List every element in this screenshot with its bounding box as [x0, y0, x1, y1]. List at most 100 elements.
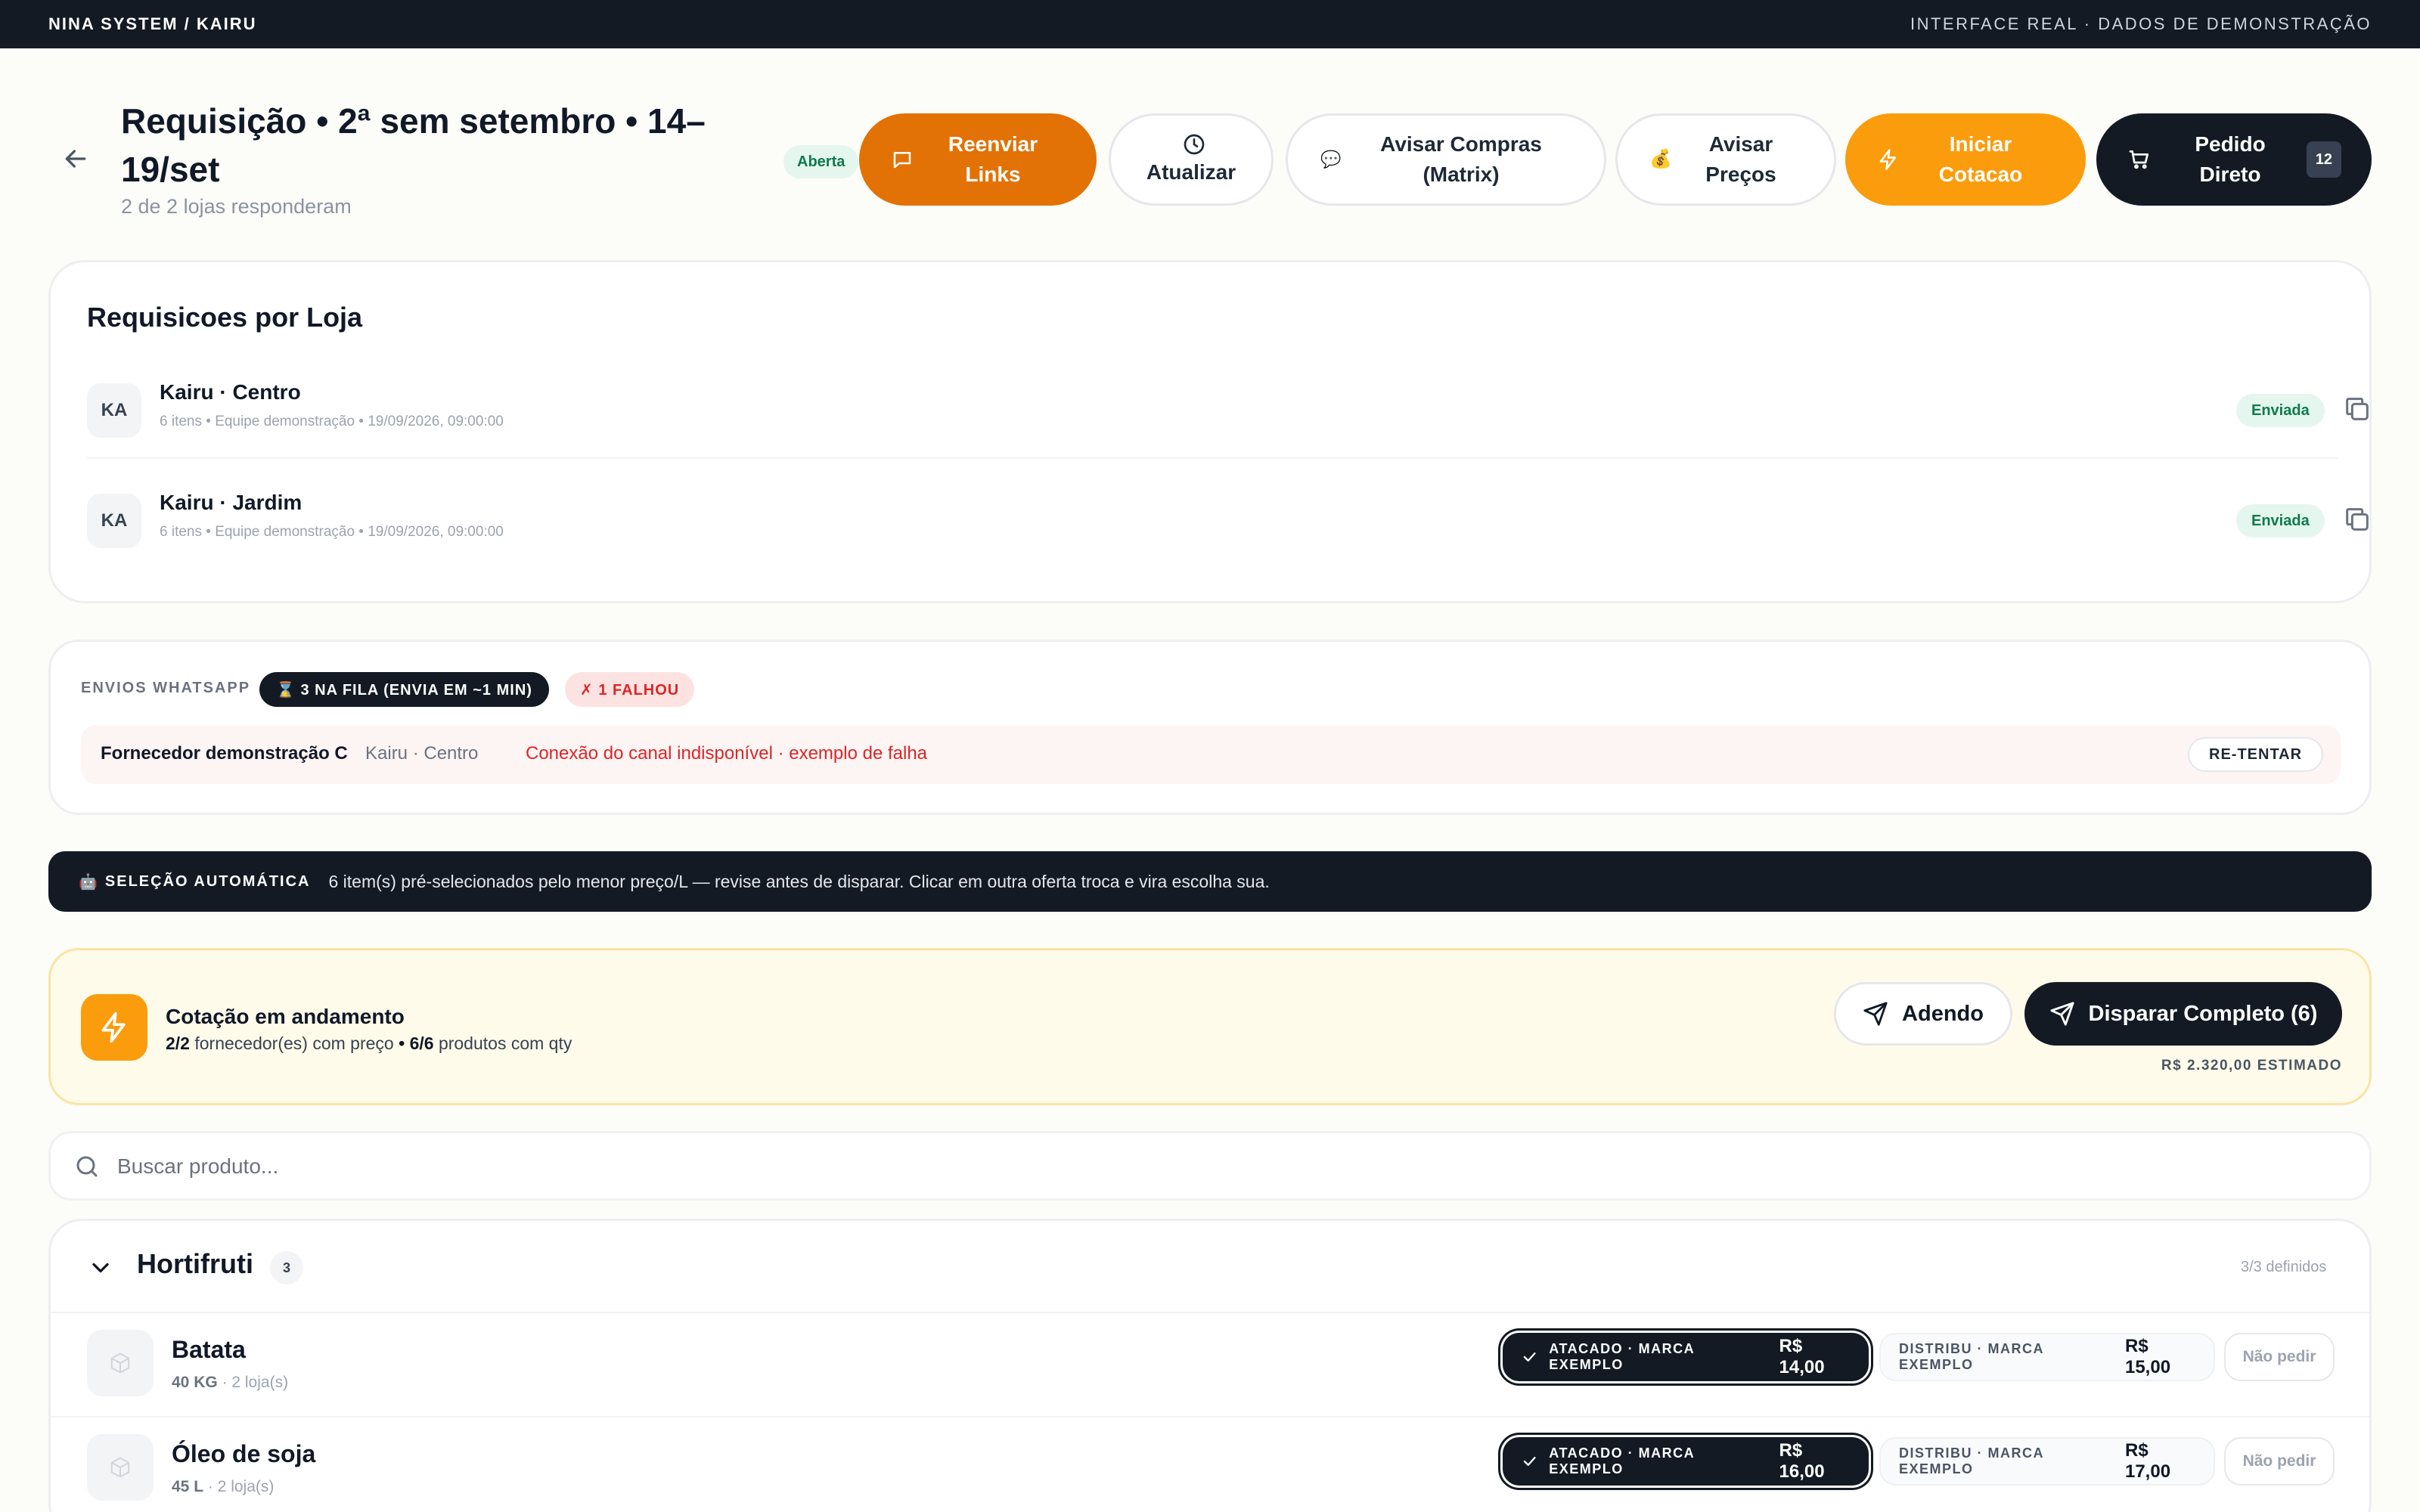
estimated-total: R$ 2.320,00 ESTIMADO — [2161, 1058, 2342, 1074]
page-subtitle: 2 de 2 lojas responderam — [121, 195, 352, 218]
auto-selection-title: SELEÇÃO AUTOMÁTICA — [104, 872, 311, 890]
failure-reason: Conexão do canal indisponível · exemplo … — [526, 743, 928, 764]
skip-order-button[interactable]: Não pedir — [2224, 1437, 2335, 1486]
money-bag-icon: 💰 — [1649, 149, 1672, 169]
failed-supplier: Fornecedor demonstração C — [101, 743, 348, 764]
auto-selection-text: 6 item(s) pré-selecionados pelo menor pr… — [328, 871, 1270, 891]
retry-button[interactable]: RE-TENTAR — [2188, 737, 2324, 772]
system-breadcrumb: NINA SYSTEM / KAIRU — [48, 14, 257, 33]
status-badge: Aberta — [783, 145, 859, 178]
product-qty: 40 KG — [172, 1374, 218, 1391]
product-stores: 2 loja(s) — [217, 1478, 275, 1495]
back-arrow-icon[interactable] — [60, 144, 91, 174]
offer-source: DISTRIBU · MARCA EXEMPLO — [1899, 1445, 2044, 1476]
clock-icon — [1184, 134, 1205, 155]
store-requests-card: Requisicoes por Loja KA Kairu · Centro 6… — [48, 260, 2372, 603]
lightning-icon — [81, 994, 147, 1061]
suppliers-count: 2/2 — [166, 1033, 190, 1053]
product-meta: 40 KG · 2 loja(s) — [172, 1374, 289, 1391]
speech-bubble-icon: 💬 — [1320, 150, 1342, 169]
notify-prices-label: Avisar Preços — [1705, 132, 1776, 186]
notify-prices-button[interactable]: 💰 Avisar Preços — [1615, 113, 1836, 206]
check-icon — [1523, 1352, 1536, 1362]
status-badge: Enviada — [2236, 394, 2325, 427]
products-count: 6/6 — [409, 1033, 434, 1053]
store-name: Kairu · Jardim — [160, 491, 302, 514]
store-row: KA Kairu · Jardim 6 itens • Equipe demon… — [87, 480, 2369, 571]
product-row: Batata 40 KG · 2 loja(s) ATACADO · MARCA… — [51, 1313, 2369, 1416]
offer-price: R$ 17,00 — [2124, 1440, 2171, 1482]
offer-price: R$ 15,00 — [2124, 1336, 2171, 1377]
offer-price: R$ 16,00 — [1779, 1440, 1825, 1482]
send-icon — [1863, 1002, 1888, 1026]
send-icon — [2049, 1002, 2074, 1026]
category-card: Hortifruti 3 3/3 definidos Batata 40 KG … — [48, 1219, 2372, 1512]
addendum-label: Adendo — [1902, 1001, 1984, 1026]
offer-source: ATACADO · MARCA EXEMPLO — [1549, 1445, 1695, 1476]
product-name: Óleo de soja — [172, 1440, 316, 1467]
skip-order-button[interactable]: Não pedir — [2224, 1333, 2335, 1381]
product-meta: 45 L · 2 loja(s) — [172, 1478, 275, 1495]
quote-title: Cotação em andamento — [166, 1005, 405, 1028]
copy-icon[interactable] — [2342, 394, 2372, 424]
failed-badge: ✗ 1 FALHOU — [565, 672, 695, 707]
store-avatar: KA — [87, 494, 141, 548]
check-icon — [1523, 1456, 1536, 1467]
failed-store: Kairu · Centro — [365, 743, 479, 764]
category-count: 3 — [270, 1251, 303, 1284]
auto-selection-banner: 🤖 SELEÇÃO AUTOMÁTICA 6 item(s) pré-selec… — [48, 851, 2372, 912]
offer-source: DISTRIBU · MARCA EXEMPLO — [1899, 1341, 2044, 1372]
cart-icon — [2127, 147, 2152, 172]
status-badge: Enviada — [2236, 504, 2325, 538]
product-stores: 2 loja(s) — [231, 1374, 289, 1391]
category-defined: 3/3 definidos — [2241, 1259, 2327, 1275]
summary-separator: • — [399, 1033, 405, 1053]
direct-order-label: Pedido Direto — [2195, 132, 2266, 186]
refresh-button[interactable]: Atualizar — [1109, 113, 1274, 206]
resend-links-button[interactable]: Reenviar Links — [859, 113, 1097, 206]
store-row: KA Kairu · Centro 6 itens • Equipe demon… — [87, 370, 2369, 460]
queue-badge: ⌛ 3 NA FILA (ENVIA EM ~1 MIN) — [259, 672, 549, 707]
quote-summary: 2/2 fornecedor(es) com preço • 6/6 produ… — [166, 1033, 572, 1054]
notify-purchases-button[interactable]: 💬 Avisar Compras (Matrix) — [1286, 113, 1606, 206]
alternative-offer[interactable]: DISTRIBU · MARCA EXEMPLO R$ 15,00 — [1879, 1333, 2215, 1381]
chevron-down-icon[interactable] — [87, 1254, 114, 1281]
store-meta: 6 itens • Equipe demonstração • 19/09/20… — [160, 524, 504, 540]
selected-offer[interactable]: ATACADO · MARCA EXEMPLO R$ 14,00 — [1503, 1333, 1869, 1381]
start-quote-label: Iniciar Cotacao — [1938, 132, 2023, 186]
notify-purchases-label: Avisar Compras (Matrix) — [1380, 132, 1542, 186]
offer-source: ATACADO · MARCA EXEMPLO — [1549, 1341, 1695, 1372]
message-icon — [889, 147, 915, 172]
product-search — [48, 1131, 2372, 1201]
resend-links-label: Reenviar Links — [948, 132, 1038, 186]
search-input[interactable] — [117, 1148, 2310, 1185]
alternative-offer[interactable]: DISTRIBU · MARCA EXEMPLO R$ 17,00 — [1879, 1437, 2215, 1486]
store-requests-title: Requisicoes por Loja — [87, 302, 363, 333]
suppliers-text: fornecedor(es) com preço — [194, 1033, 394, 1053]
product-qty: 45 L — [172, 1478, 204, 1495]
category-name[interactable]: Hortifruti — [137, 1248, 253, 1280]
store-avatar: KA — [87, 383, 141, 438]
page-title: Requisição • 2ª sem setembro • 14–19/set — [121, 101, 706, 189]
copy-icon[interactable] — [2342, 504, 2372, 534]
dispatch-label: Disparar Completo (6) — [2088, 1001, 2318, 1026]
failed-send-row: Fornecedor demonstração C Kairu · Centro… — [81, 725, 2341, 784]
robot-icon: 🤖 — [79, 873, 98, 891]
addendum-button[interactable]: Adendo — [1834, 982, 2012, 1046]
environment-notice: INTERFACE REAL · DADOS DE DEMONSTRAÇÃO — [1910, 14, 2372, 33]
dispatch-complete-button[interactable]: Disparar Completo (6) — [2024, 982, 2342, 1046]
products-text: produtos com qty — [438, 1033, 572, 1053]
box-icon — [87, 1330, 154, 1396]
store-meta: 6 itens • Equipe demonstração • 19/09/20… — [160, 414, 504, 429]
product-name: Batata — [172, 1336, 246, 1363]
page-header: Requisição • 2ª sem setembro • 14–19/set… — [48, 97, 2372, 225]
divider — [87, 457, 2338, 459]
quote-status-card: Cotação em andamento 2/2 fornecedor(es) … — [48, 948, 2372, 1105]
selected-offer[interactable]: ATACADO · MARCA EXEMPLO R$ 16,00 — [1503, 1437, 1869, 1486]
offer-price: R$ 14,00 — [1779, 1336, 1825, 1377]
direct-order-button[interactable]: Pedido Direto 12 — [2096, 113, 2372, 206]
start-quote-button[interactable]: Iniciar Cotacao — [1845, 113, 2086, 206]
whatsapp-label: ENVIOS WHATSAPP — [81, 680, 251, 696]
lightning-icon — [1876, 147, 1901, 172]
product-row: Óleo de soja 45 L · 2 loja(s) ATACADO · … — [51, 1418, 2369, 1512]
